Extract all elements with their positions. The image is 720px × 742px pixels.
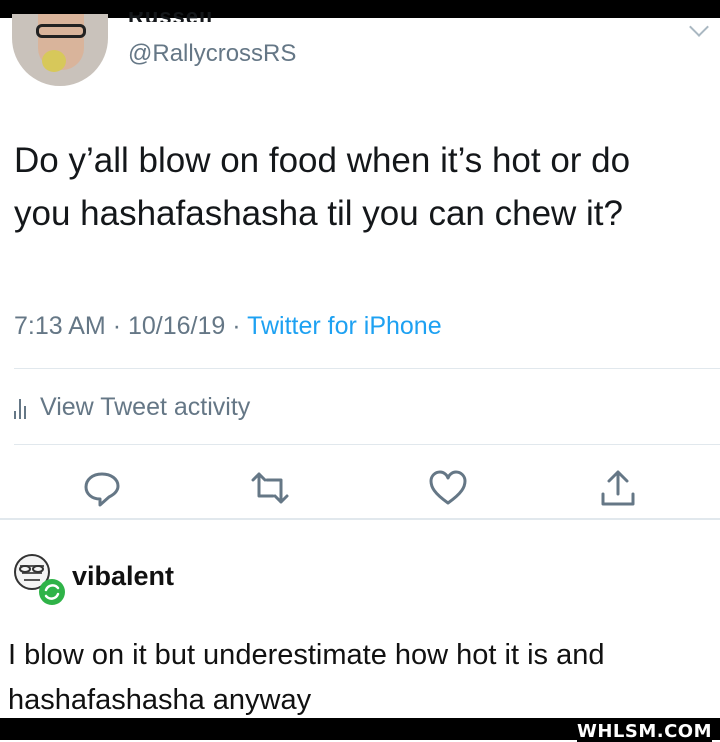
reply-text: I blow on it but underestimate how hot i…	[8, 633, 713, 723]
reply-username[interactable]: vibalent	[72, 561, 174, 592]
tweet-meta: 7:13 AM · 10/16/19 · Twitter for iPhone	[14, 312, 442, 341]
share-icon[interactable]	[598, 468, 638, 508]
watermark: WHLSM.COM	[576, 721, 712, 742]
avatar-food	[42, 50, 66, 72]
reply-avatar[interactable]	[8, 550, 68, 608]
tweet-date: 10/16/19	[127, 312, 226, 340]
tweet-text: Do y’all blow on food when it’s hot or d…	[14, 134, 704, 240]
top-black-bar	[0, 0, 720, 18]
analytics-icon	[14, 397, 26, 419]
divider	[14, 368, 720, 369]
profile-avatar[interactable]	[12, 14, 108, 86]
reply-icon[interactable]	[82, 468, 122, 508]
view-tweet-activity[interactable]: View Tweet activity	[14, 393, 250, 422]
tweet-time: 7:13 AM	[14, 312, 106, 340]
reply-text-line-2: hashafashasha anyway	[8, 684, 312, 716]
tweet-text-line-1: Do y’all blow on food when it’s hot or d…	[14, 141, 631, 180]
tweet-bottom-divider	[0, 518, 720, 520]
tweet-text-line-2: you hashafashasha til you can chew it?	[14, 194, 623, 233]
chevron-down-icon[interactable]	[689, 17, 709, 37]
reblog-badge-icon	[39, 579, 65, 605]
user-handle[interactable]: @RallycrossRS	[128, 40, 296, 68]
tweet-source-link[interactable]: Twitter for iPhone	[247, 312, 442, 340]
display-name[interactable]: Russell	[128, 12, 213, 22]
meta-separator: ·	[112, 312, 128, 340]
retweet-icon[interactable]	[250, 468, 290, 508]
activity-label: View Tweet activity	[40, 393, 251, 421]
meta-separator: ·	[232, 312, 248, 340]
reply-text-line-1: I blow on it but underestimate how hot i…	[8, 639, 605, 671]
divider	[14, 444, 720, 445]
like-icon[interactable]	[428, 468, 468, 508]
avatar-glasses	[36, 24, 86, 38]
